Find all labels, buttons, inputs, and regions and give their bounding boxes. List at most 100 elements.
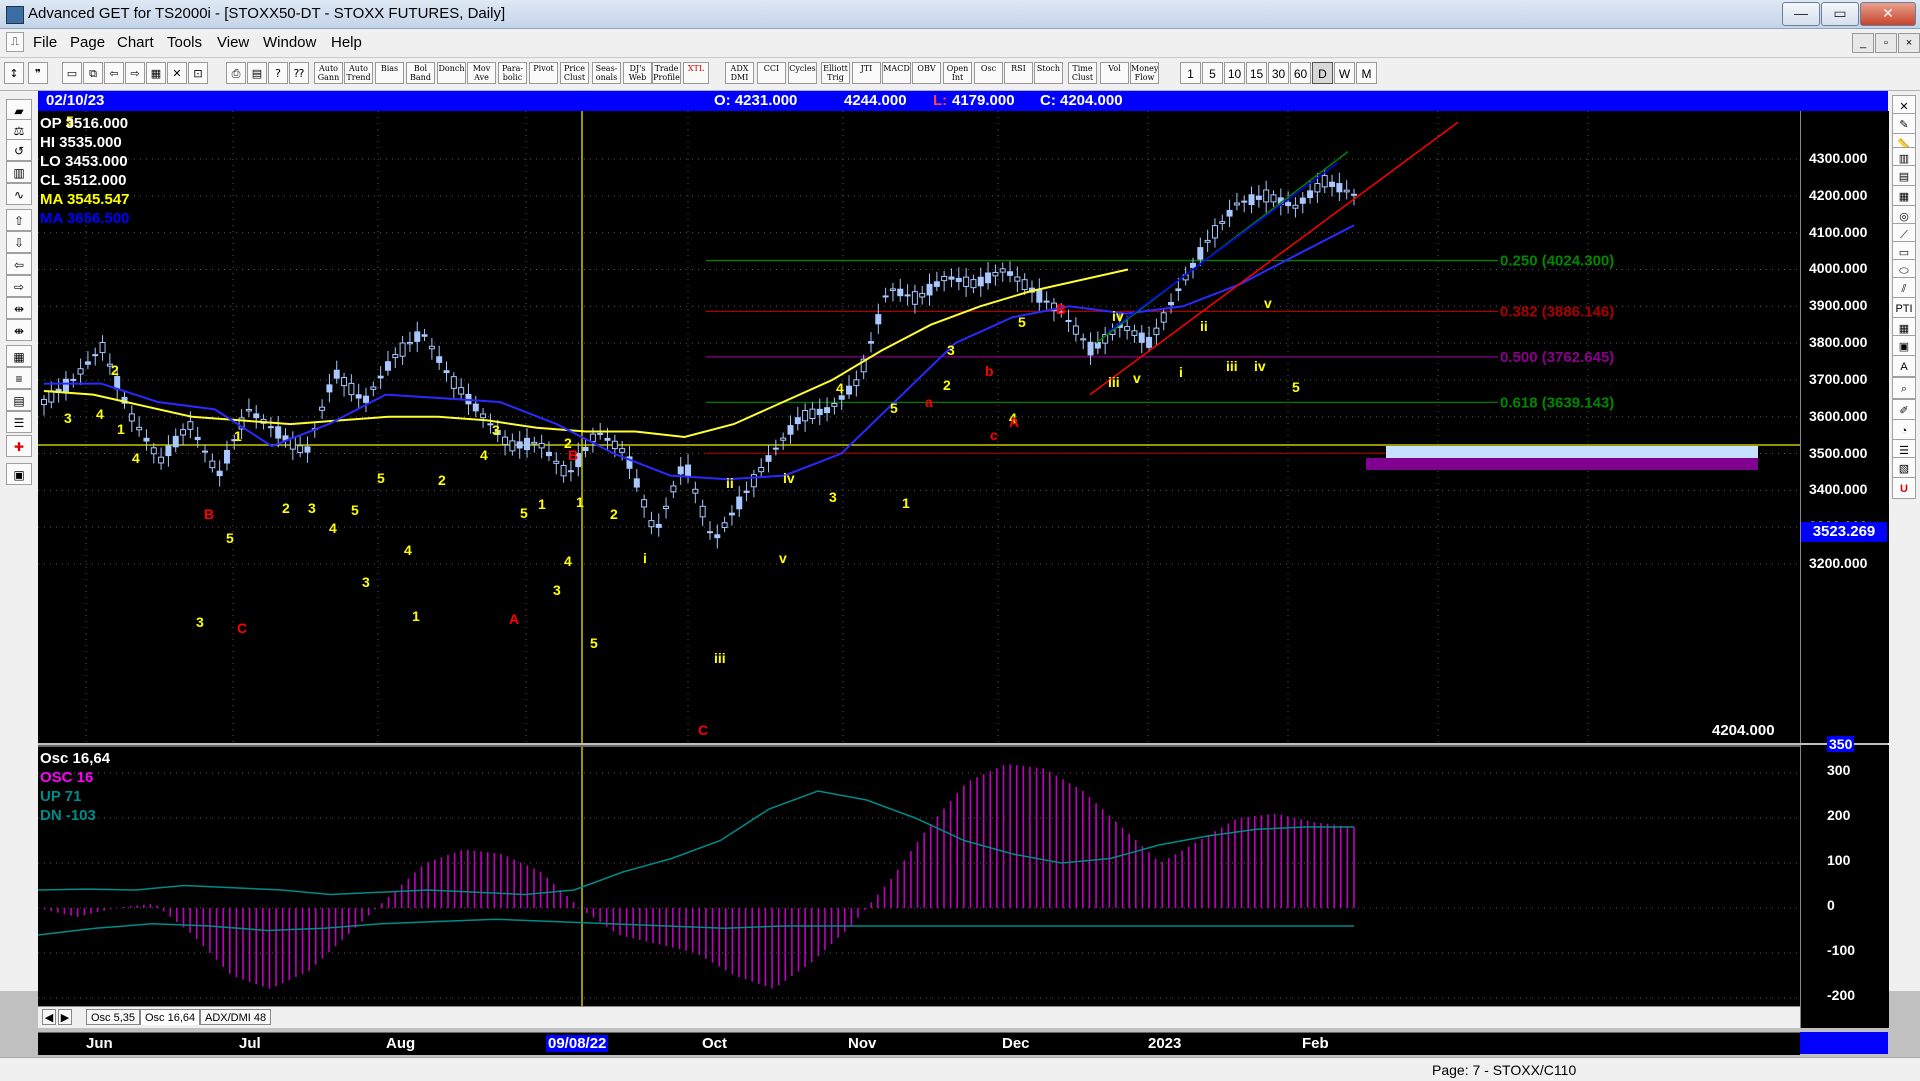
period-button-1[interactable]: 1 [1180,62,1201,84]
zoom-icon[interactable]: ⊡ [188,62,208,84]
price-chart[interactable]: 0.250 (4024.300) 0.382 (3886.146) 0.500 (3… [38,111,1800,743]
study-button-auto-gann[interactable]: Auto Gann [314,62,343,84]
prob-icon[interactable]: ▣ [1892,335,1916,357]
period-button-30[interactable]: 30 [1268,62,1289,84]
study-button-rsi[interactable]: RSI [1004,62,1033,84]
maximize-button[interactable]: ▭ [1821,2,1859,26]
study-button-bias[interactable]: Bias [375,62,404,84]
study-button-xtl[interactable]: XTL [683,62,709,84]
help-icon[interactable]: ⁇ [289,62,309,84]
magnify-icon[interactable]: ⌕ [1892,377,1916,399]
mdi-restore-button[interactable]: ▫ [1875,33,1897,53]
quote-icon[interactable]: ❞ [28,62,48,84]
study-button-cci[interactable]: CCI [757,62,786,84]
menu-chart[interactable]: Chart [117,34,154,51]
minimize-button[interactable]: — [1782,2,1820,26]
grid-icon[interactable]: ▦ [6,345,32,367]
tab-osc-16-64[interactable]: Osc 16,64 [140,1009,201,1025]
menu-help[interactable]: Help [331,34,362,51]
magnet-icon[interactable]: U [1892,477,1916,499]
tab-scroll-left[interactable]: ◀ [42,1009,56,1025]
study-button-donch[interactable]: Donch [437,62,466,84]
tab-osc-5-35[interactable]: Osc 5,35 [86,1009,141,1025]
expand-icon[interactable]: ⇹ [6,297,32,319]
crosshair-icon[interactable]: ✚ [6,435,32,457]
elliott-icon[interactable]: ∿ [6,183,32,205]
reset-icon[interactable]: ↺ [6,139,32,161]
menu-file[interactable]: File [33,34,57,51]
gann-icon[interactable]: ▤ [6,389,32,411]
compress-icon[interactable]: ⇼ [6,319,32,341]
down-arrow-icon[interactable]: ⇩ [6,231,32,253]
clock-icon[interactable]: ◔ [1892,419,1916,441]
study-icon[interactable]: ▥ [6,161,32,183]
calc-icon[interactable]: ▧ [1892,457,1916,479]
price-overlay-line: CL 3512.000 [40,172,126,189]
study-button-adx-dmi[interactable]: ADX DMI [725,62,754,84]
study-button-cycles[interactable]: Cycles [788,62,817,84]
study-button-bol-band[interactable]: Bol Band [406,62,435,84]
pti-icon[interactable]: PTI [1892,297,1916,319]
period-button-5[interactable]: 5 [1202,62,1223,84]
text-icon[interactable]: A [1892,355,1916,377]
study-button-para-bolic[interactable]: Para-bolic [498,62,527,84]
study-button-time-clust[interactable]: Time Clust [1068,62,1097,84]
document-icon[interactable]: ⎍ [6,32,24,52]
fib-icon[interactable]: ☰ [6,411,32,433]
new-page-icon[interactable]: ▭ [62,62,82,84]
print-icon[interactable]: ⎙ [226,62,246,84]
study-button-money-flow[interactable]: Money Flow [1130,62,1159,84]
tab-adx-dmi[interactable]: ADX/DMI 48 [200,1009,272,1025]
study-button-osc[interactable]: Osc [974,62,1003,84]
study-button-macd[interactable]: MACD [882,62,911,84]
delete-icon[interactable]: ✕ [167,62,187,84]
menu-window[interactable]: Window [263,34,316,51]
forward-icon[interactable]: ⇨ [125,62,145,84]
channel-icon[interactable]: ⫽ [1892,277,1916,299]
period-button-60[interactable]: 60 [1290,62,1311,84]
scale-icon[interactable]: ⚖ [6,119,32,141]
period-button-w[interactable]: W [1334,62,1355,84]
pencil-icon[interactable]: ✎ [1892,113,1916,135]
mdi-close-button[interactable]: × [1898,33,1920,53]
pointer-icon[interactable]: ↕ [4,62,24,84]
open-icon[interactable]: ▰ [6,99,32,121]
study-button-elliott-trig[interactable]: Elliott Trig [821,62,850,84]
tab-scroll-right[interactable]: ▶ [58,1009,72,1025]
fib-time-icon[interactable]: ▦ [1892,185,1916,207]
oscillator-chart[interactable]: Osc 16,64 OSC 16 UP 71 DN -103 [37,745,1800,1007]
study-button-open-int[interactable]: Open Int [943,62,972,84]
hint-icon[interactable]: ? [268,62,288,84]
menu-page[interactable]: Page [70,34,105,51]
study-button-obv[interactable]: OBV [912,62,941,84]
back-icon[interactable]: ⇦ [104,62,124,84]
paint-icon[interactable]: ✐ [1892,399,1916,421]
study-button-seas-onals[interactable]: Seas-onals [592,62,621,84]
lines-icon[interactable]: ≡ [6,367,32,389]
period-button-d[interactable]: D [1312,62,1333,84]
preview-icon[interactable]: ▤ [247,62,267,84]
mdi-minimize-button[interactable]: _ [1852,33,1874,53]
save-icon[interactable]: ▣ [6,463,32,485]
menu-view[interactable]: View [217,34,249,51]
study-button-stoch[interactable]: Stoch [1034,62,1063,84]
period-button-10[interactable]: 10 [1224,62,1245,84]
study-button-dj-s-web[interactable]: DJ's Web [623,62,652,84]
study-button-mov-ave[interactable]: Mov Ave [467,62,496,84]
study-button-jti[interactable]: JTI [852,62,881,84]
study-button-pivot[interactable]: Pivot [529,62,558,84]
right-arrow-icon[interactable]: ⇨ [6,275,32,297]
left-arrow-icon[interactable]: ⇦ [6,253,32,275]
period-button-15[interactable]: 15 [1246,62,1267,84]
study-button-vol[interactable]: Vol [1100,62,1129,84]
study-button-trade-profile[interactable]: Trade Profile [652,62,681,84]
grid-icon[interactable]: ▦ [146,62,166,84]
close-button[interactable]: ✕ [1860,2,1916,26]
study-button-auto-trend[interactable]: Auto Trend [344,62,373,84]
copy-icon[interactable]: ⧉ [83,62,103,84]
study-button-price-clust[interactable]: Price Clust [560,62,589,84]
menu-tools[interactable]: Tools [167,34,202,51]
period-button-m[interactable]: M [1356,62,1377,84]
up-arrow-icon[interactable]: ⇧ [6,209,32,231]
fib-ext-icon[interactable]: ▤ [1892,165,1916,187]
